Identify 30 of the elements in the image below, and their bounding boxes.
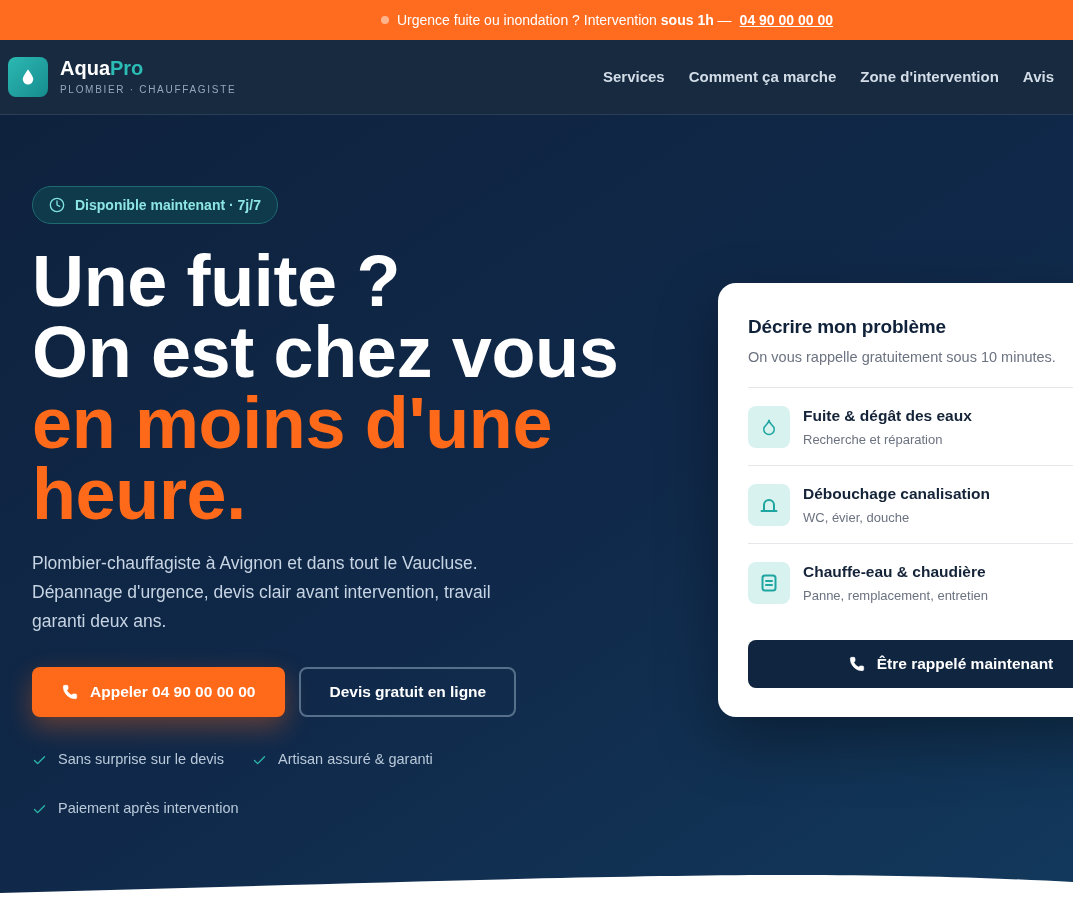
benefit-text: Sans surprise sur le devis	[58, 750, 224, 770]
option-title[interactable]: Débouchage canalisation	[803, 483, 990, 504]
card-subtitle: On vous rappelle gratuitement sous 10 minutes.	[748, 348, 1057, 367]
banner-message: Urgence fuite ou inondation ? Intervention sous 1h —	[396, 10, 732, 30]
option-description: WC, évier, douche	[803, 509, 911, 526]
benefit-text: Paiement après intervention	[58, 799, 239, 819]
phone-icon	[848, 656, 865, 672]
option-title[interactable]: Chauffe-eau & chaudière	[803, 561, 988, 582]
nav-link[interactable]: Comment ça marche	[688, 65, 837, 89]
option-title[interactable]: Fuite & dégât des eaux	[803, 405, 972, 426]
quote-button[interactable]: Devis gratuit en ligne	[299, 667, 517, 717]
hero-headline: Une fuite ? On est chez vous en moins d'une heure.	[32, 246, 620, 530]
availability-text: Disponible maintenant · 7j/7	[75, 195, 261, 215]
drop-logo-icon	[8, 57, 48, 97]
hero-description: Plombier-chauffagiste à Avignon et dans tout le Vaucluse. Dépannage d'urgence, devis clair avant intervention, travail garanti deux ans.	[32, 552, 492, 633]
card-title: Décrire mon problème	[748, 315, 947, 339]
phone-icon	[62, 684, 78, 700]
benefit-text: Artisan assuré & garanti	[278, 750, 433, 770]
callback-button[interactable]: Être rappelé maintenant	[748, 640, 1073, 688]
clock-icon	[49, 197, 65, 213]
option-description: Panne, remplacement, entretien	[803, 587, 988, 604]
dome-icon	[760, 496, 778, 513]
nav-link[interactable]: Avis	[1022, 65, 1054, 89]
drop-icon	[760, 417, 778, 436]
brand-name: AquaPro	[60, 57, 145, 79]
brand-tagline: PLOMBIER · CHAUFFAGISTE	[60, 83, 237, 97]
nav-link[interactable]: Services	[603, 65, 665, 89]
nav-link[interactable]: Zone d'intervention	[860, 65, 999, 89]
option-description: Recherche et réparation	[803, 431, 944, 448]
document-icon	[761, 573, 777, 592]
